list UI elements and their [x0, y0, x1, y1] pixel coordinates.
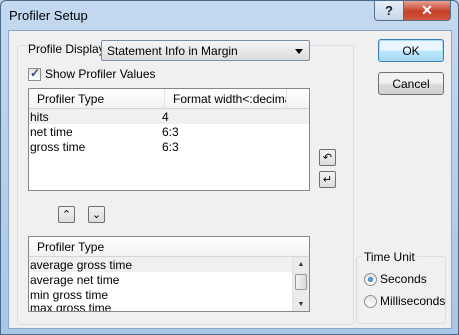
list-item[interactable]: max gross time	[29, 302, 293, 311]
scroll-down-arrow-icon[interactable]: ▼	[293, 297, 309, 311]
available-profiler-list[interactable]: Profiler Type average gross time average…	[28, 236, 310, 312]
profile-display-label: Profile Display	[28, 42, 105, 56]
help-icon: ?	[385, 3, 393, 18]
move-up-button[interactable]: ⌃	[58, 206, 75, 223]
cell-format-width: 6:3	[162, 140, 179, 154]
list-item[interactable]: average net time	[29, 272, 293, 287]
rotate-down-button[interactable]: ↵	[319, 171, 336, 188]
active-profiler-list[interactable]: Profiler Type Format width<:decimals> hi…	[28, 88, 310, 191]
chevron-down-icon	[295, 49, 303, 54]
checkmark-icon: ✓	[30, 66, 41, 80]
table-row[interactable]: hits 4	[29, 109, 309, 124]
column-header-profiler-type[interactable]: Profiler Type	[29, 89, 165, 108]
cell-profiler-type: hits	[30, 110, 49, 124]
seconds-radio[interactable]	[364, 273, 377, 286]
profile-display-dropdown[interactable]: Statement Info in Margin	[101, 40, 310, 61]
cell-format-width: 4	[162, 110, 169, 124]
close-button[interactable]: ✕	[403, 1, 451, 21]
rotate-up-button[interactable]: ↶	[319, 149, 336, 166]
active-list-header: Profiler Type Format width<:decimals>	[29, 89, 309, 109]
rotate-up-icon: ↶	[322, 152, 333, 164]
cell-format-width: 6:3	[162, 125, 179, 139]
chevron-down-icon: ⌄	[91, 209, 102, 221]
seconds-label: Seconds	[380, 272, 427, 286]
dialog-client-area: Profile Display Statement Info in Margin…	[8, 30, 452, 329]
show-profiler-values-checkbox[interactable]: ✓	[28, 66, 41, 81]
profiler-setup-dialog: Profiler Setup ? ✕ Profile Display State…	[0, 0, 459, 335]
list-item[interactable]: average gross time	[29, 257, 293, 272]
column-header-format-width[interactable]: Format width<:decimals>	[165, 89, 287, 108]
radio-selected-dot	[368, 277, 373, 282]
column-header-profiler-type[interactable]: Profiler Type	[29, 237, 293, 256]
list-item[interactable]: min gross time	[29, 287, 293, 302]
move-down-button[interactable]: ⌄	[88, 206, 105, 223]
time-unit-group	[356, 256, 446, 324]
cell-profiler-type: gross time	[30, 140, 86, 154]
cell-profiler-type: net time	[30, 125, 73, 139]
show-profiler-values-label: Show Profiler Values	[45, 67, 156, 81]
cancel-button-label: Cancel	[392, 76, 430, 91]
chevron-up-icon: ⌃	[61, 209, 72, 221]
scrollbar-thumb[interactable]	[295, 274, 307, 290]
profile-display-value: Statement Info in Margin	[107, 44, 238, 58]
table-row[interactable]: net time 6:3	[29, 124, 309, 139]
ok-button-label: OK	[402, 43, 420, 58]
help-button[interactable]: ?	[374, 1, 404, 21]
window-title: Profiler Setup	[9, 8, 88, 23]
table-row[interactable]: gross time 6:3	[29, 139, 309, 154]
rotate-down-icon: ↵	[322, 174, 333, 186]
available-list-header: Profiler Type	[29, 237, 309, 257]
time-unit-label: Time Unit	[362, 250, 417, 264]
milliseconds-label: Milliseconds	[380, 294, 446, 308]
title-bar: Profiler Setup ? ✕	[1, 1, 458, 30]
scroll-up-arrow-icon[interactable]: ▲	[293, 257, 309, 271]
list-item-label: average gross time	[30, 258, 133, 272]
milliseconds-radio[interactable]	[364, 295, 377, 308]
ok-button[interactable]: OK	[378, 39, 444, 62]
list-item-label: min gross time	[30, 288, 109, 302]
vertical-scrollbar[interactable]: ▲ ▼	[292, 257, 309, 311]
list-item-label: average net time	[30, 273, 120, 287]
close-icon: ✕	[421, 2, 433, 18]
list-item-label: max gross time	[30, 302, 112, 311]
cancel-button[interactable]: Cancel	[378, 72, 444, 95]
